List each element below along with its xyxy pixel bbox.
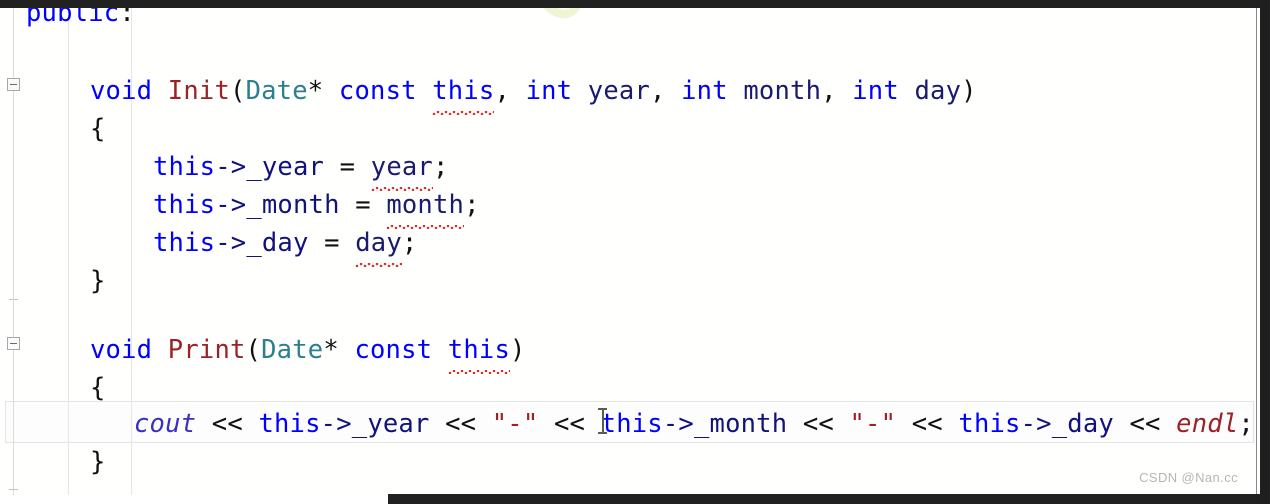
token-space-3 [417, 76, 433, 106]
token-space-8 [339, 335, 355, 365]
token-comma-2: , [650, 76, 682, 106]
token-keyword-const-print: const [354, 335, 433, 365]
token-close-paren-print: ) [510, 335, 526, 365]
token-keyword-this-month: this [153, 190, 216, 220]
token-value-day: day [355, 228, 402, 258]
token-close-paren-init: ) [961, 76, 977, 106]
token-shift-2: << [429, 409, 492, 439]
gutter-tick-2 [9, 489, 18, 490]
token-space-4 [572, 76, 588, 106]
token-value-year: year [370, 152, 433, 182]
token-keyword-const: const [338, 76, 417, 106]
token-keyword-this-out-month: this [600, 409, 663, 439]
token-member-out-month: ->_month [662, 409, 788, 439]
fold-marker-init-block[interactable] [7, 78, 20, 91]
code-line-assign-year[interactable]: this->_year = year; [153, 148, 449, 191]
token-semicolon-3: ; [401, 228, 418, 258]
token-semicolon-cout: ; [1238, 409, 1254, 439]
token-open-paren-init: ( [230, 76, 246, 106]
token-shift-5: << [896, 409, 959, 439]
token-close-brace-init: } [90, 266, 106, 296]
code-content[interactable]: public: void Init(Date* const this, int … [22, 8, 1256, 495]
token-space-2 [323, 76, 339, 106]
token-function-init: Init [167, 76, 230, 106]
window-top-band [0, 0, 1270, 8]
token-param-month: month [743, 76, 822, 106]
token-stream-cout: cout [134, 409, 197, 439]
token-space-5 [728, 76, 744, 106]
code-line-print-open-brace[interactable]: { [90, 369, 106, 407]
code-line-init-open-brace[interactable]: { [90, 110, 106, 148]
token-keyword-int-1: int [525, 76, 573, 106]
token-keyword-public: public [26, 8, 120, 28]
code-line-print-close-brace[interactable]: } [90, 443, 106, 481]
token-pointer-star: * [307, 76, 324, 106]
token-type-date-print: Date [261, 335, 324, 365]
token-semicolon-1: ; [432, 152, 449, 182]
token-assign-2: = [339, 190, 387, 220]
token-keyword-void: void [90, 76, 153, 106]
gutter-tick-1 [9, 299, 18, 300]
token-space-7 [152, 335, 168, 365]
token-open-paren-print: ( [245, 335, 262, 365]
token-value-month: month [386, 190, 465, 220]
token-space-1 [152, 76, 168, 106]
fold-marker-print-block[interactable] [7, 337, 20, 350]
code-line-assign-month[interactable]: this->_month = month; [153, 186, 480, 229]
token-member-month: ->_month [215, 190, 340, 220]
token-colon: : [119, 8, 135, 28]
code-line-print-signature[interactable]: void Print(Date* const this) [90, 331, 526, 374]
token-stream-endl: endl [1176, 409, 1239, 439]
token-shift-3: << [538, 409, 601, 439]
window-bottom-band [388, 494, 1260, 504]
token-keyword-int-3: int [852, 76, 899, 106]
token-keyword-this-init: this [432, 76, 495, 106]
token-open-brace-init: { [90, 114, 106, 144]
token-shift-4: << [787, 409, 850, 439]
code-line-cout[interactable]: cout << this->_year << "-" << this->_mon… [134, 405, 1254, 443]
token-member-out-year: ->_year [320, 409, 430, 439]
token-pointer-star-print: * [323, 335, 339, 365]
token-string-dash-2: "-" [849, 409, 897, 439]
token-param-day: day [914, 76, 962, 106]
code-editor[interactable]: public: void Init(Date* const this, int … [0, 8, 1256, 495]
token-function-print: Print [167, 335, 246, 365]
token-member-day: ->_day [215, 228, 309, 258]
token-semicolon-2: ; [464, 190, 480, 220]
token-keyword-int-2: int [681, 76, 728, 106]
page-right-edge [1256, 8, 1257, 495]
token-space-9 [432, 335, 448, 365]
token-shift-1: << [196, 409, 259, 439]
token-type-date: Date [245, 76, 308, 106]
code-line-init-close-brace[interactable]: } [90, 262, 106, 300]
code-line-init-signature[interactable]: void Init(Date* const this, int year, in… [90, 72, 977, 115]
screenshot-root: public: void Init(Date* const this, int … [0, 0, 1270, 504]
token-keyword-this-day: this [153, 228, 216, 258]
corner-watermark: CSDN @Nan.cc [1139, 470, 1238, 485]
editor-gutter[interactable] [0, 8, 22, 495]
token-assign-3: = [308, 228, 356, 258]
token-close-brace-print: } [90, 447, 106, 477]
token-space-6 [899, 76, 915, 106]
token-keyword-this-year: this [153, 152, 216, 182]
window-right-band [1260, 0, 1270, 504]
token-keyword-this-print: this [447, 335, 510, 365]
token-param-year: year [587, 76, 651, 106]
token-keyword-this-out-day: this [958, 409, 1021, 439]
token-keyword-void-print: void [90, 335, 153, 365]
token-comma-1: , [494, 76, 526, 106]
code-line-public[interactable]: public: [26, 8, 135, 32]
token-shift-6: << [1113, 409, 1177, 439]
token-assign-1: = [324, 152, 371, 182]
code-line-assign-day[interactable]: this->_day = day; [153, 224, 418, 267]
token-keyword-this-out-year: this [258, 409, 321, 439]
token-open-brace-print: { [90, 373, 106, 403]
token-string-dash-1: "-" [491, 409, 539, 439]
token-member-year: ->_year [215, 152, 325, 182]
token-member-out-day: ->_day [1020, 409, 1114, 439]
token-comma-3: , [821, 76, 853, 106]
